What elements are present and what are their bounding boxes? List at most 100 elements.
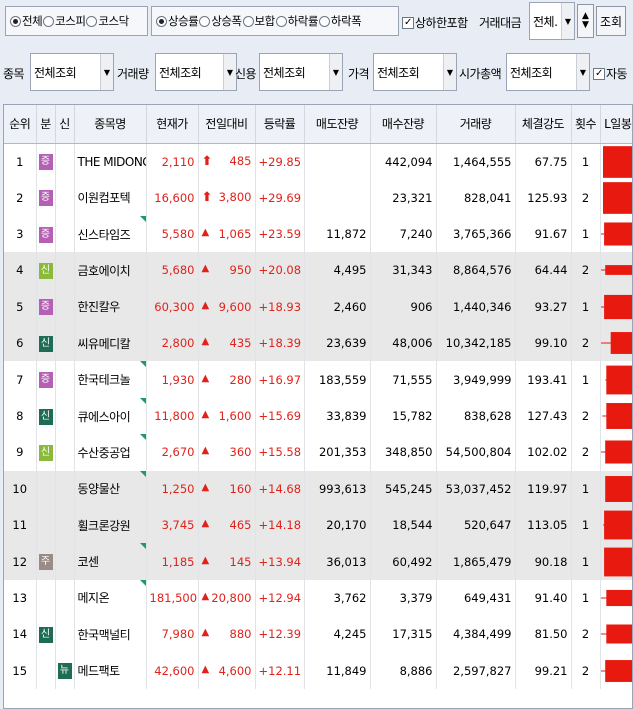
market-option-1[interactable]: 코스피 (43, 13, 86, 29)
column-header[interactable]: 분 (36, 105, 56, 144)
stock-name[interactable]: 한국맥널티 (78, 628, 131, 642)
sort-option-0[interactable]: 상승률 (156, 13, 199, 29)
include-limit-checkbox[interactable]: ✓ 상하한포함 (402, 14, 468, 31)
include-limit-label: 상하한포함 (415, 16, 468, 30)
column-header[interactable]: 횟수 (571, 105, 601, 144)
toolbar-filters: 종목 전체조회 ▼ 거래량 전체조회 ▼ 신용 전체조회 ▼ 가격 전체조회 ▼… (0, 44, 633, 100)
stock-name[interactable]: 이원컴포텍 (78, 191, 131, 205)
volume-cell: 3,949,999 (436, 361, 516, 398)
stock-name[interactable]: 한진칼우 (78, 300, 121, 314)
sort-option-1[interactable]: 상승폭 (199, 13, 242, 29)
sort-option-2[interactable]: 보합 (242, 13, 275, 29)
division-cell: 신 (36, 434, 56, 471)
rate-cell: +13.94 (255, 543, 305, 580)
column-header[interactable]: 체결강도 (515, 105, 572, 144)
sort-option-label: 상승률 (168, 14, 199, 28)
change-cell: ▲ 465 (198, 507, 256, 544)
candle-body (610, 332, 632, 355)
table-row[interactable]: 10 동양물산 1,250 ▲ 160 +14.68 993,613 545,245 53,03… (4, 470, 632, 508)
table-row[interactable]: 9 신 수산중공업 2,670 ▲ 360 +15.58 201,353 348,850 54,5… (4, 434, 632, 471)
auto-checkbox[interactable]: ✓ 자동 (593, 65, 628, 82)
column-header[interactable]: 종목명 (74, 105, 147, 144)
candle-cell (600, 616, 632, 653)
count-cell: 2 (571, 252, 601, 289)
column-header[interactable]: 전일대비 (198, 105, 256, 144)
stock-name[interactable]: 메드팩토 (78, 664, 121, 678)
market-cap-filter-select[interactable]: 전체조회 ▼ (506, 53, 590, 91)
stock-name[interactable]: 수산중공업 (78, 446, 131, 460)
table-row[interactable]: 11 휠크론강원 3,745 ▲ 465 +14.18 20,170 18,544 520,64… (4, 507, 632, 544)
daily-candle-chart (600, 222, 632, 246)
table-row[interactable]: 8 신 큐에스아이 11,800 ▲ 1,600 +15.69 33,839 15,782 838… (4, 397, 632, 435)
bid-volume-cell: 906 (370, 288, 437, 326)
bid-volume-cell: 23,321 (370, 179, 437, 216)
table-row[interactable]: 4 신 금호에이치 5,680 ▲ 950 +20.08 4,495 31,343 8,864,5… (4, 252, 632, 289)
change-value: 1,065 (218, 227, 252, 242)
stock-name[interactable]: 씨유메디칼 (78, 337, 131, 351)
candle-cell (600, 579, 632, 617)
rate-cell: +15.58 (255, 434, 305, 471)
market-cap-filter-value: 전체조회 (510, 65, 553, 80)
market-option-0[interactable]: 전체 (10, 13, 43, 29)
rank-cell: 6 (4, 325, 37, 362)
stock-name[interactable]: 큐에스아이 (78, 410, 131, 424)
table-row[interactable]: 3 증 신스타임즈 5,580 ▲ 1,065 +23.59 11,872 7,240 3,765… (4, 215, 632, 253)
column-header[interactable]: 현재가 (146, 105, 199, 144)
sort-option-3[interactable]: 하락률 (275, 13, 318, 29)
column-header[interactable]: 매도잔량 (304, 105, 371, 144)
count-cell: 1 (571, 143, 601, 180)
column-header[interactable]: 등락률 (255, 105, 305, 144)
stock-name[interactable]: 신스타임즈 (78, 228, 131, 242)
stock-name[interactable]: 한국테크놀 (78, 373, 131, 387)
table-row[interactable]: 13 메지온 181,500 ▲ 20,800 +12.94 3,762 3,379 649,4… (4, 579, 632, 617)
volume-cell: 54,500,804 (436, 434, 516, 471)
up-triangle-icon: ▲ (201, 481, 210, 493)
rate-cell: +23.59 (255, 215, 305, 253)
rate-cell: +14.18 (255, 507, 305, 544)
query-button[interactable]: 조회 (596, 6, 626, 36)
price-cell: 2,110 (146, 143, 199, 180)
trade-amount-select[interactable]: 전체. ▼ (529, 2, 575, 40)
ask-volume-cell: 4,245 (304, 616, 371, 653)
change-value: 145 (229, 554, 252, 569)
table-row[interactable]: 12 주 코센 1,185 ▲ 145 +13.94 36,013 60,492 1,865,47… (4, 543, 632, 580)
stock-name[interactable]: 휠크론강원 (78, 519, 131, 533)
stock-name[interactable]: THE MIDONG (78, 155, 146, 169)
table-row[interactable]: 1 증 THE MIDONG 2,110 ⬆ 485 +29.85 442,094 1,464,… (4, 143, 632, 180)
price-filter-select[interactable]: 전체조회 ▼ (373, 53, 457, 91)
column-header[interactable]: L일봉H (600, 105, 632, 144)
table-row[interactable]: 2 증 이원컴포텍 16,600 ⬆ 3,800 +29.69 23,321 828,041 12… (4, 179, 632, 216)
table-row[interactable]: 5 증 한진칼우 60,300 ▲ 9,600 +18.93 2,460 906 1,440,34… (4, 288, 632, 326)
sort-toggle-button[interactable]: ▲ ▼ (577, 4, 594, 38)
stock-filter-select[interactable]: 전체조회 ▼ (30, 53, 114, 91)
change-value: 160 (229, 481, 252, 496)
daily-candle-chart (600, 265, 632, 276)
stock-name[interactable]: 금호에이치 (78, 264, 131, 278)
chevron-down-icon: ▼ (329, 54, 342, 90)
stock-name[interactable]: 코센 (78, 555, 100, 569)
candle-cell (600, 252, 632, 289)
change-value: 880 (229, 627, 252, 642)
ask-volume-cell: 11,849 (304, 652, 371, 689)
table-row[interactable]: 6 신 씨유메디칼 2,800 ▲ 435 +18.39 23,639 48,006 10,342… (4, 325, 632, 362)
change-cell: ⬆ 485 (198, 143, 256, 180)
table-row[interactable]: 15 뉴 메드팩토 42,600 ▲ 4,600 +12.11 11,849 8,886 2,59… (4, 652, 632, 689)
stock-name[interactable]: 동양물산 (78, 482, 121, 496)
candle-cell (600, 179, 632, 216)
volume-filter-select[interactable]: 전체조회 ▼ (155, 53, 237, 91)
toolbar-top: 전체 코스피 코스닥 상승률 상승폭 보합 하락률 하락폭 ✓ 상하한포함 거래대금 전체.… (0, 0, 633, 42)
column-header[interactable]: 순위 (4, 105, 37, 144)
credit-filter-select[interactable]: 전체조회 ▼ (259, 53, 343, 91)
new-cell (55, 288, 75, 326)
table-row[interactable]: 7 증 한국테크놀 1,930 ▲ 280 +16.97 183,559 71,555 3,949… (4, 361, 632, 398)
column-header[interactable]: 신 (55, 105, 75, 144)
column-header[interactable]: 거래량 (436, 105, 516, 144)
stock-name[interactable]: 메지온 (78, 591, 110, 605)
table-row[interactable]: 14 신 한국맥널티 7,980 ▲ 880 +12.39 4,245 17,315 4,384,… (4, 616, 632, 653)
column-header[interactable]: 매수잔량 (370, 105, 437, 144)
market-option-2[interactable]: 코스닥 (86, 13, 129, 29)
market-option-label: 코스닥 (98, 14, 129, 28)
sort-option-4[interactable]: 하락폭 (318, 13, 362, 29)
corner-flag-icon (139, 361, 145, 368)
limit-up-arrow-icon: ⬆ (201, 190, 213, 206)
